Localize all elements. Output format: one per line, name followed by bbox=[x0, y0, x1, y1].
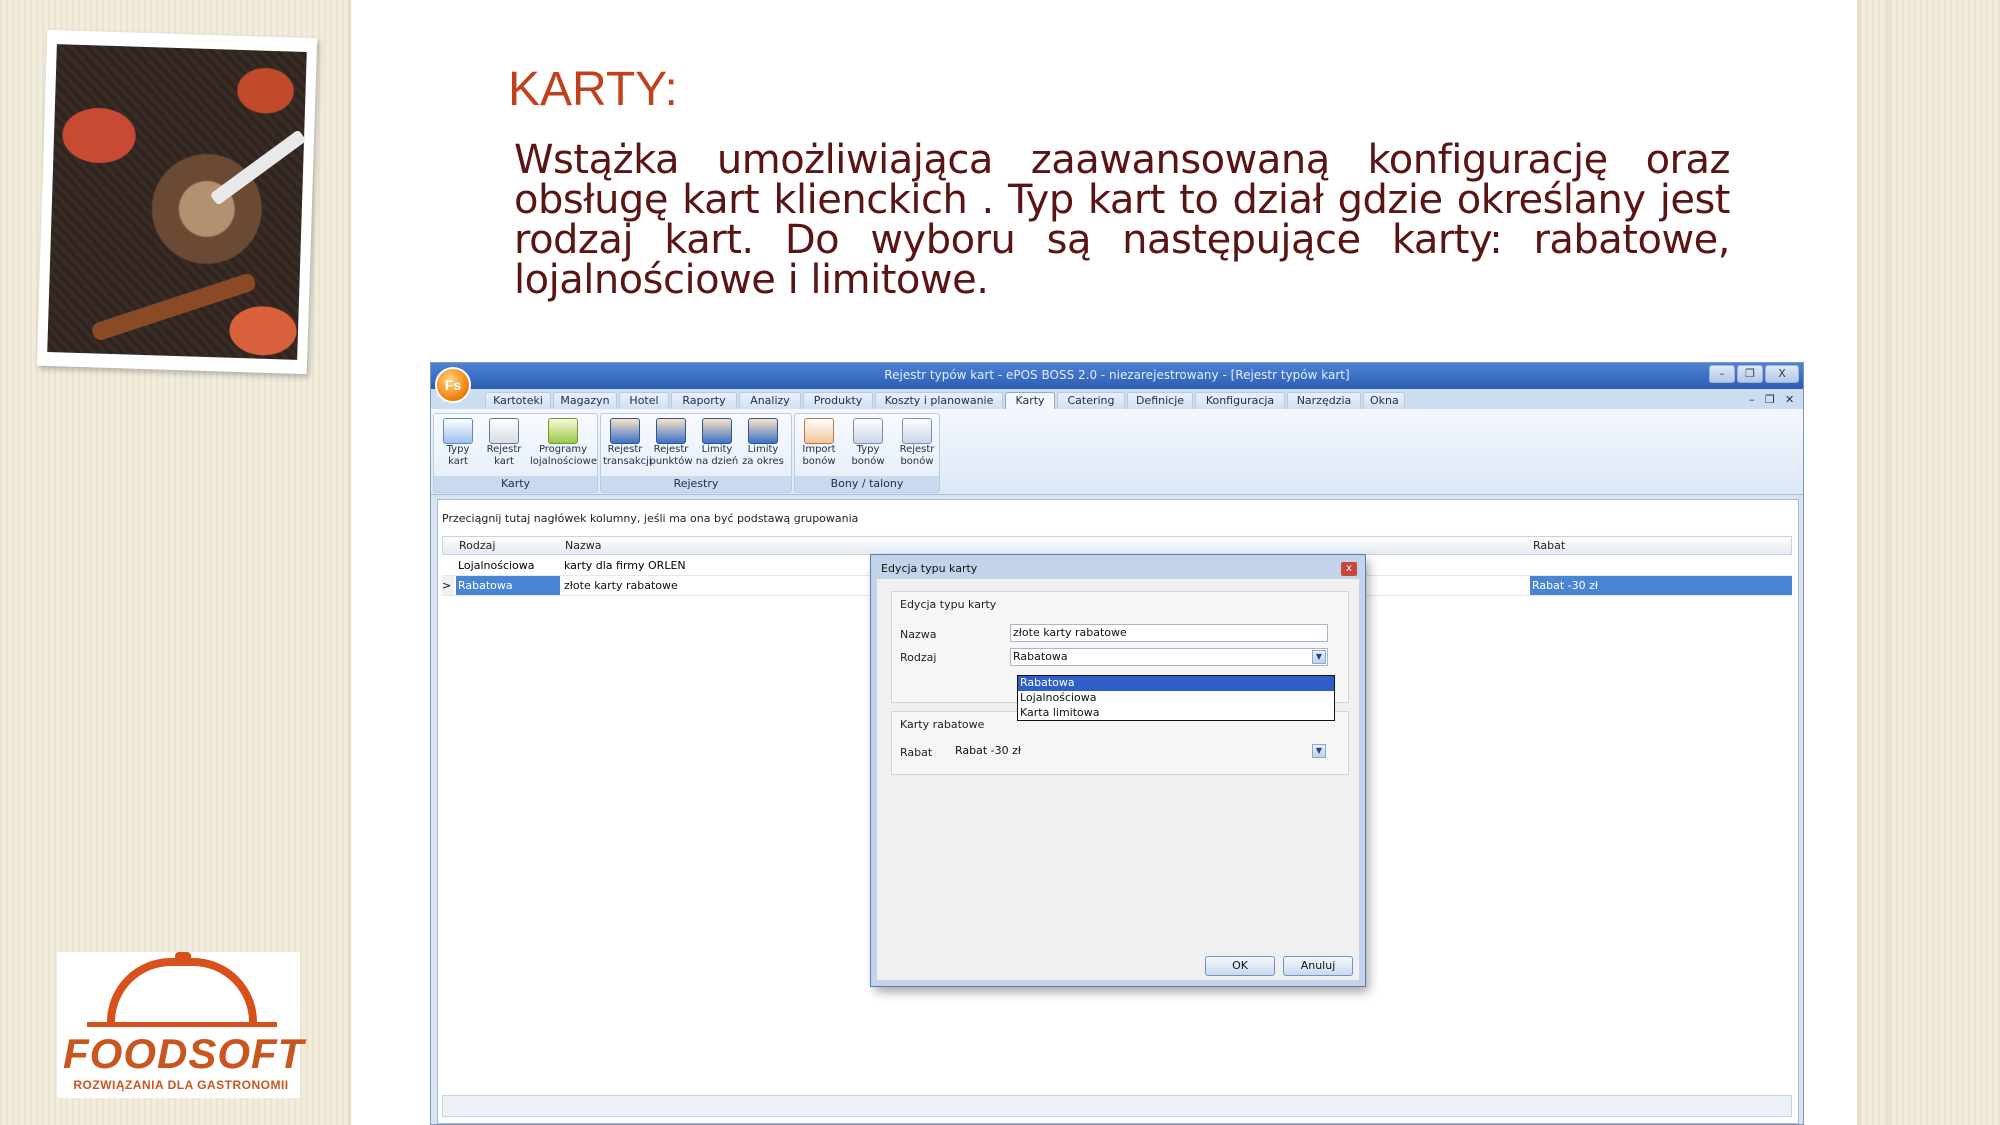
ribbon-group-bony: Import bonów Typy bonów Rejestr bonów Bo… bbox=[794, 413, 940, 493]
slide-body: Wstążka umożliwiająca zaawansowaną konfi… bbox=[514, 137, 1731, 303]
discount-select-value: Rabat -30 zł bbox=[955, 744, 1022, 757]
edit-section-title: Edycja typu karty bbox=[900, 598, 997, 611]
tab-karty[interactable]: Karty bbox=[1005, 392, 1055, 409]
rejestr-bonow-button[interactable]: Rejestr bonów bbox=[895, 416, 939, 476]
close-button[interactable]: X bbox=[1765, 365, 1799, 383]
discount-select[interactable]: Rabat -30 zł ▼ bbox=[952, 742, 1328, 760]
discount-section-title: Karty rabatowe bbox=[900, 718, 985, 731]
discount-label: Rabat bbox=[900, 746, 933, 759]
voucher-register-icon bbox=[902, 418, 932, 444]
dropdown-arrow-icon[interactable]: ▼ bbox=[1312, 744, 1326, 758]
tab-raporty[interactable]: Raporty bbox=[671, 392, 737, 409]
ribbon-tabs: Kartoteki Magazyn Hotel Raporty Analizy … bbox=[431, 389, 1803, 409]
logo-cloche-icon bbox=[107, 958, 257, 1022]
cinnamon-shape bbox=[90, 271, 258, 343]
restore-button[interactable]: ❐ bbox=[1737, 365, 1763, 383]
ribbon: Typy kart Rejestr kart Programy lojalnoś… bbox=[431, 409, 1803, 495]
edit-card-type-dialog: Edycja typu karty x Edycja typu karty Na… bbox=[870, 554, 1366, 987]
horizontal-scrollbar[interactable] bbox=[442, 1095, 1792, 1117]
window-title: Rejestr typów kart - ePOS BOSS 2.0 - nie… bbox=[884, 368, 1350, 382]
type-select-value: Rabatowa bbox=[1013, 650, 1068, 663]
mdi-restore-button[interactable]: ❐ bbox=[1765, 393, 1775, 406]
cards-icon bbox=[443, 418, 473, 444]
type-label: Rodzaj bbox=[900, 651, 937, 664]
tab-magazyn[interactable]: Magazyn bbox=[553, 392, 617, 409]
dialog-title: Edycja typu karty bbox=[881, 562, 978, 575]
dropdown-option-limitowa[interactable]: Karta limitowa bbox=[1018, 706, 1334, 721]
logo-tagline: ROZWIĄZANIA DLA GASTRONOMII bbox=[73, 1078, 289, 1092]
name-input[interactable]: złote karty rabatowe bbox=[1010, 624, 1328, 642]
cell-rodzaj: Rabatowa bbox=[456, 576, 560, 595]
polaroid-frame bbox=[36, 29, 318, 375]
mdi-close-button[interactable]: ✕ bbox=[1785, 393, 1794, 406]
photo-food-image bbox=[47, 44, 307, 360]
import-bonow-button[interactable]: Import bonów bbox=[797, 416, 841, 476]
fork-shape bbox=[209, 129, 307, 206]
dropdown-option-lojalnosciowa[interactable]: Lojalnościowa bbox=[1018, 691, 1334, 706]
logo-tray bbox=[87, 1022, 277, 1027]
tab-okna[interactable]: Okna bbox=[1363, 392, 1405, 409]
row-indicator: > bbox=[442, 576, 454, 595]
tab-kartoteki[interactable]: Kartoteki bbox=[485, 392, 551, 409]
type-dropdown-list: Rabatowa Lojalnościowa Karta limitowa bbox=[1017, 675, 1335, 721]
tab-koszty[interactable]: Koszty i planowanie bbox=[875, 392, 1003, 409]
rejestr-transakcji-button[interactable]: Rejestr transakcji bbox=[603, 416, 652, 476]
foodsoft-logo: FOODSOFT ROZWIĄZANIA DLA GASTRONOMII bbox=[57, 952, 305, 1098]
cell-rodzaj: Lojalnościowa bbox=[458, 559, 535, 572]
transactions-icon bbox=[610, 418, 640, 444]
voucher-types-icon bbox=[853, 418, 883, 444]
cancel-button[interactable]: Anuluj bbox=[1283, 956, 1353, 976]
programy-lojalnosciowe-button[interactable]: Programy lojalnościowe bbox=[530, 416, 597, 476]
typy-bonow-button[interactable]: Typy bonów bbox=[843, 416, 893, 476]
right-decor-strip bbox=[1886, 0, 2000, 1125]
dropdown-option-rabatowa[interactable]: Rabatowa bbox=[1018, 676, 1334, 691]
dialog-close-button[interactable]: x bbox=[1341, 562, 1357, 576]
column-rabat[interactable]: Rabat bbox=[1533, 539, 1565, 552]
group-label-bony: Bony / talony bbox=[795, 476, 939, 492]
minimize-button[interactable]: – bbox=[1709, 365, 1735, 383]
dropdown-arrow-icon[interactable]: ▼ bbox=[1312, 650, 1326, 664]
tab-hotel[interactable]: Hotel bbox=[619, 392, 669, 409]
register-icon bbox=[489, 418, 519, 444]
cell-rabat: Rabat -30 zł bbox=[1530, 576, 1792, 595]
app-orb-icon[interactable]: Fs bbox=[435, 367, 471, 403]
tab-produkty[interactable]: Produkty bbox=[803, 392, 873, 409]
tab-definicje[interactable]: Definicje bbox=[1127, 392, 1193, 409]
ok-button[interactable]: OK bbox=[1205, 956, 1275, 976]
ribbon-group-karty: Typy kart Rejestr kart Programy lojalnoś… bbox=[433, 413, 598, 493]
limit-day-icon bbox=[702, 418, 732, 444]
group-label-karty: Karty bbox=[434, 476, 597, 492]
logo-name: FOODSOFT bbox=[63, 1030, 305, 1077]
type-select[interactable]: Rabatowa ▼ bbox=[1010, 648, 1328, 666]
grid-header: Rodzaj Nazwa Rabat bbox=[442, 536, 1792, 555]
column-nazwa[interactable]: Nazwa bbox=[565, 539, 601, 552]
limity-na-dzien-button[interactable]: Limity na dzień bbox=[695, 416, 739, 476]
loyalty-icon bbox=[548, 418, 578, 444]
dialog-titlebar: Edycja typu karty x bbox=[877, 561, 1359, 579]
ribbon-group-rejestry: Rejestr transakcji Rejestr punktów Limit… bbox=[600, 413, 792, 493]
tab-catering[interactable]: Catering bbox=[1057, 392, 1125, 409]
rejestr-punktow-button[interactable]: Rejestr punktów bbox=[649, 416, 693, 476]
tab-analizy[interactable]: Analizy bbox=[739, 392, 801, 409]
cell-nazwa: karty dla firmy ORLEN bbox=[564, 559, 686, 572]
name-label: Nazwa bbox=[900, 628, 937, 641]
limity-za-okres-button[interactable]: Limity za okres bbox=[741, 416, 785, 476]
window-titlebar: Rejestr typów kart - ePOS BOSS 2.0 - nie… bbox=[431, 363, 1803, 389]
slide-title: KARTY: bbox=[508, 63, 678, 116]
column-rodzaj[interactable]: Rodzaj bbox=[459, 539, 495, 552]
rejestr-kart-button[interactable]: Rejestr kart bbox=[482, 416, 526, 476]
points-icon bbox=[656, 418, 686, 444]
limit-period-icon bbox=[748, 418, 778, 444]
group-by-hint[interactable]: Przeciągnij tutaj nagłówek kolumny, jeśl… bbox=[442, 512, 858, 525]
cell-nazwa: złote karty rabatowe bbox=[564, 579, 678, 592]
mdi-minimize-button[interactable]: – bbox=[1749, 393, 1755, 406]
typy-kart-button[interactable]: Typy kart bbox=[436, 416, 480, 476]
import-icon bbox=[804, 418, 834, 444]
tab-konfiguracja[interactable]: Konfiguracja bbox=[1195, 392, 1285, 409]
group-label-rejestry: Rejestry bbox=[601, 476, 791, 492]
tab-narzedzia[interactable]: Narzędzia bbox=[1287, 392, 1361, 409]
